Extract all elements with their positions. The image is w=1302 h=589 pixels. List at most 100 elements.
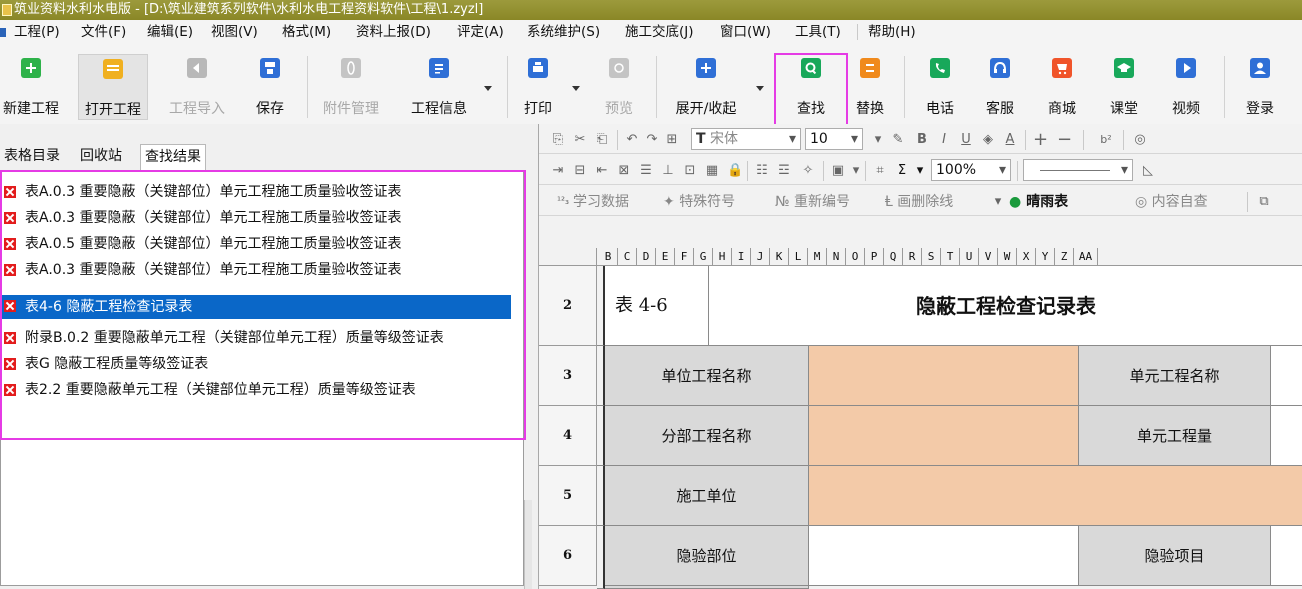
tab-search-results[interactable]: 查找结果 [140, 144, 206, 170]
unit-project-label[interactable]: 单位工程名称 [605, 346, 809, 406]
sync-icon[interactable]: ⧉ [1257, 195, 1271, 209]
paste-icon[interactable]: ⎗ [595, 133, 609, 147]
menu-file[interactable]: 文件(F) [81, 23, 126, 41]
bold-icon[interactable]: B [915, 133, 929, 147]
project-info-dropdown-arrow[interactable] [484, 86, 492, 91]
chevron-down-icon[interactable]: ▾ [913, 164, 927, 178]
row-header[interactable]: 4 [539, 406, 597, 466]
diagonal-line-icon[interactable]: ◺ [1141, 164, 1155, 178]
customer-service-button[interactable]: 客服 [980, 54, 1020, 120]
sheet-corner[interactable] [539, 248, 597, 266]
table-number-cell[interactable]: 表 4-6 [605, 266, 709, 346]
row-header[interactable]: 5 [539, 466, 597, 526]
open-project-button[interactable]: 打开工程 [78, 54, 148, 120]
image-icon[interactable]: ▣ [831, 164, 845, 178]
result-item[interactable]: 表G 隐蔽工程质量等级签证表 [1, 353, 511, 375]
chevron-down-icon[interactable]: ▾ [849, 164, 863, 178]
align-icon[interactable]: ☰ [639, 164, 653, 178]
column-header[interactable]: F [675, 248, 694, 266]
column-header[interactable]: M [808, 248, 827, 266]
result-item-selected[interactable]: 表4-6 隐蔽工程检查记录表 [1, 295, 511, 319]
column-header[interactable]: Y [1036, 248, 1055, 266]
indent-icon[interactable]: ☲ [777, 164, 791, 178]
insert-row-icon[interactable]: ⇤ [595, 164, 609, 178]
column-header[interactable]: T [941, 248, 960, 266]
video-button[interactable]: 视频 [1166, 54, 1206, 120]
zoom-select[interactable]: 100% ▾ [931, 159, 1011, 181]
lock-icon[interactable]: 🔒 [727, 164, 743, 178]
table-icon[interactable]: ▦ [705, 164, 719, 178]
superscript-icon[interactable]: b² [1099, 133, 1113, 147]
menu-view[interactable]: 视图(V) [211, 23, 258, 41]
unit-project-input[interactable] [809, 346, 1079, 406]
column-header[interactable]: B [599, 248, 618, 266]
column-header[interactable]: G [694, 248, 713, 266]
result-item[interactable]: 表2.2 重要隐蔽单元工程（关键部位单元工程）质量等级签证表 [1, 379, 511, 401]
contractor-input[interactable] [809, 466, 1302, 526]
login-button[interactable]: 登录 [1240, 54, 1280, 120]
menu-edit[interactable]: 编辑(E) [147, 23, 193, 41]
strikethrough-button[interactable]: Ⱡ 画删除线 [885, 193, 953, 211]
content-check-button[interactable]: ◎ 内容自查 [1135, 193, 1208, 211]
column-header[interactable]: K [770, 248, 789, 266]
chevron-down-icon[interactable]: ▾ [871, 133, 885, 147]
phone-button[interactable]: 电话 [920, 54, 960, 120]
menu-help[interactable]: 帮助(H) [868, 23, 916, 41]
column-header[interactable]: L [789, 248, 808, 266]
expand-collapse-button[interactable]: 展开/收起 [664, 54, 748, 120]
result-item[interactable]: 附录B.0.2 重要隐蔽单元工程（关键部位单元工程）质量等级签证表 [1, 327, 511, 349]
underline-icon[interactable]: U [959, 133, 973, 147]
formula-icon[interactable]: ⌗ [873, 164, 887, 178]
chevron-down-icon[interactable]: ▾ [991, 195, 1005, 209]
menu-evaluate[interactable]: 评定(A) [457, 23, 504, 41]
row-header[interactable]: 3 [539, 346, 597, 406]
column-header[interactable]: X [1017, 248, 1036, 266]
element-quantity-input[interactable] [1271, 406, 1302, 466]
menu-system[interactable]: 系统维护(S) [527, 23, 600, 41]
column-header[interactable]: S [922, 248, 941, 266]
learn-data-button[interactable]: 学习数据 [573, 193, 629, 211]
font-size-select[interactable]: 10 ▾ [805, 128, 863, 150]
find-button[interactable]: 查找 [780, 54, 842, 120]
menu-window[interactable]: 窗口(W) [720, 23, 771, 41]
font-color-icon[interactable]: ✎ [891, 133, 905, 147]
column-header[interactable]: P [865, 248, 884, 266]
column-header[interactable]: AA [1074, 248, 1098, 266]
weather-table-button[interactable]: ● 晴雨表 [1009, 193, 1068, 211]
tab-recycle-bin[interactable]: 回收站 [76, 144, 126, 170]
column-header[interactable]: R [903, 248, 922, 266]
expand-dropdown-arrow[interactable] [756, 86, 764, 91]
column-header[interactable]: E [656, 248, 675, 266]
menu-handover[interactable]: 施工交底(J) [625, 23, 694, 41]
renumber-button[interactable]: № 重新编号 [775, 193, 850, 211]
inspection-item-input[interactable] [1271, 526, 1302, 586]
division-project-label[interactable]: 分部工程名称 [605, 406, 809, 466]
replace-button[interactable]: 替换 [850, 54, 890, 120]
inspection-location-label[interactable]: 隐验部位 [605, 526, 809, 586]
font-name-select[interactable]: T 宋体 ▾ [691, 128, 801, 150]
undo-icon[interactable]: ↶ [625, 133, 639, 147]
merge-icon[interactable]: ⊟ [573, 164, 587, 178]
fill-color-icon[interactable]: ◈ [981, 133, 995, 147]
column-header[interactable]: Z [1055, 248, 1074, 266]
column-header[interactable]: O [846, 248, 865, 266]
row-header[interactable]: 2 [539, 266, 597, 346]
minus-icon[interactable]: − [1057, 131, 1072, 149]
inspection-location-input[interactable] [809, 526, 1079, 586]
import-project-button[interactable]: 工程导入 [162, 54, 232, 120]
result-item[interactable]: 表A.0.3 重要隐蔽（关键部位）单元工程施工质量验收签证表 [1, 259, 511, 281]
split-icon[interactable]: ⊠ [617, 164, 631, 178]
border-icon[interactable]: ⊡ [683, 164, 697, 178]
column-header[interactable]: I [732, 248, 751, 266]
division-project-input[interactable] [809, 406, 1079, 466]
print-dropdown-arrow[interactable] [572, 86, 580, 91]
result-item[interactable]: 表A.0.3 重要隐蔽（关键部位）单元工程施工质量验收签证表 [1, 181, 511, 203]
element-project-input[interactable] [1271, 346, 1302, 406]
cut-icon[interactable]: ✂ [573, 133, 587, 147]
redo-icon[interactable]: ↷ [645, 133, 659, 147]
italic-icon[interactable]: I [937, 133, 951, 147]
save-button[interactable]: 保存 [250, 54, 290, 120]
pane-splitter[interactable] [524, 500, 532, 589]
mall-button[interactable]: 商城 [1042, 54, 1082, 120]
copy-icon[interactable]: ⎘ [551, 133, 565, 147]
